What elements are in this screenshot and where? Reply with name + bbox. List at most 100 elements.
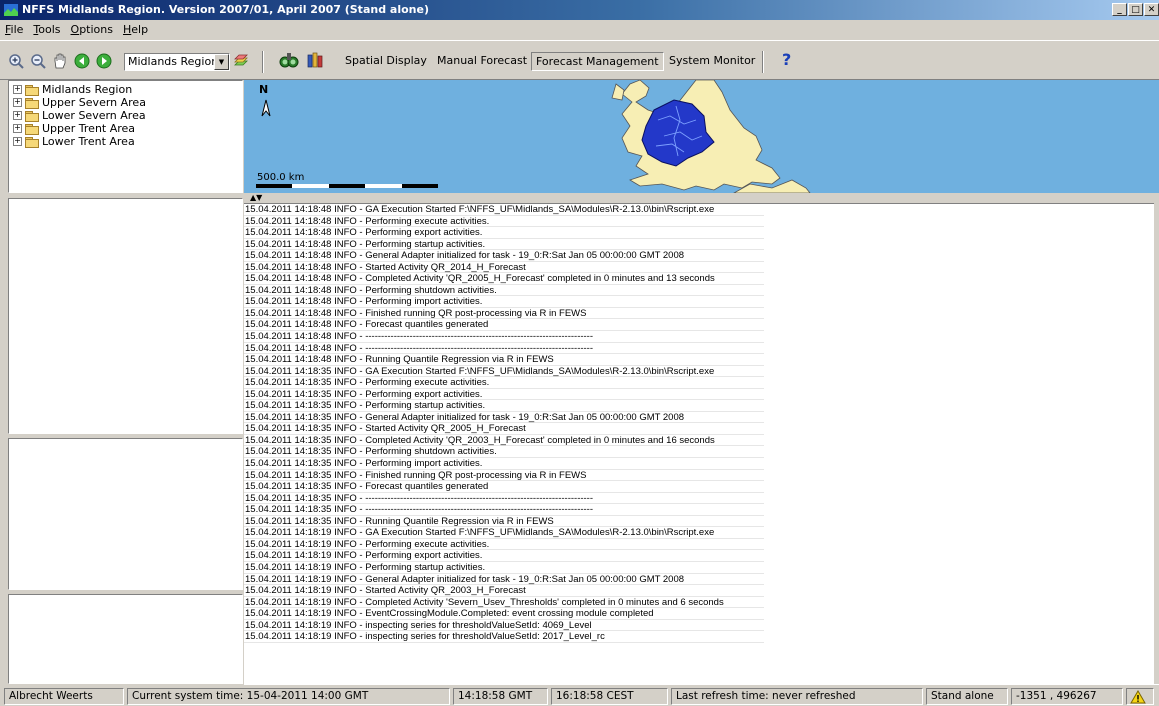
log-line: 15.04.2011 14:18:48 INFO - GA Execution … — [244, 204, 764, 216]
expand-icon[interactable]: + — [13, 111, 22, 120]
log-scrollbar[interactable] — [1154, 203, 1159, 684]
fews-app-icon — [4, 4, 18, 16]
north-label: N — [259, 83, 269, 96]
minimize-button[interactable]: _ — [1112, 3, 1127, 16]
window-title: NFFS Midlands Region. Version 2007/01, A… — [22, 3, 429, 16]
expand-icon[interactable]: + — [13, 98, 22, 107]
map-view[interactable]: N 500.0 km — [244, 80, 1159, 193]
menu-help[interactable]: Help — [118, 20, 153, 39]
status-mode: Stand alone — [926, 688, 1008, 705]
tree-item-lower-trent[interactable]: + Lower Trent Area — [13, 135, 135, 148]
warning-icon[interactable] — [1130, 690, 1146, 704]
log-line: 15.04.2011 14:18:19 INFO - EventCrossing… — [244, 608, 764, 620]
log-line: 15.04.2011 14:18:35 INFO - Forecast quan… — [244, 481, 764, 493]
log-line: 15.04.2011 14:18:48 INFO - Performing sh… — [244, 285, 764, 297]
forward-arrow-icon[interactable] — [96, 53, 112, 69]
log-line: 15.04.2011 14:18:35 INFO - -------------… — [244, 504, 764, 516]
menu-tools[interactable]: Tools — [28, 20, 65, 39]
region-select-value: Midlands Region — [128, 55, 219, 68]
log-line: 15.04.2011 14:18:35 INFO - Finished runn… — [244, 470, 764, 482]
database-viewer-icon[interactable] — [307, 52, 323, 68]
log-line: 15.04.2011 14:18:35 INFO - GA Execution … — [244, 366, 764, 378]
log-line: 15.04.2011 14:18:35 INFO - Performing sh… — [244, 446, 764, 459]
spatial-display-button[interactable]: Spatial Display — [345, 54, 427, 67]
scale-bar — [256, 184, 439, 188]
expand-icon[interactable]: + — [13, 85, 22, 94]
log-line: 15.04.2011 14:18:48 INFO - Performing im… — [244, 296, 764, 308]
splitter-handle[interactable]: ▲▼ — [244, 193, 1159, 203]
folder-icon — [25, 123, 39, 135]
log-line: 15.04.2011 14:18:48 INFO - -------------… — [244, 331, 764, 343]
log-line: 15.04.2011 14:18:48 INFO - Performing ex… — [244, 227, 764, 239]
scale-label: 500.0 km — [257, 172, 305, 183]
log-line: 15.04.2011 14:18:48 INFO - Started Activ… — [244, 262, 764, 274]
dropdown-arrow-icon[interactable]: ▼ — [214, 54, 229, 70]
tree-item-upper-severn[interactable]: + Upper Severn Area — [13, 96, 146, 109]
filter-panel[interactable] — [8, 198, 243, 434]
log-line: 15.04.2011 14:18:35 INFO - Completed Act… — [244, 435, 764, 447]
log-line: 15.04.2011 14:18:35 INFO - General Adapt… — [244, 412, 764, 424]
log-panel[interactable]: 15.04.2011 14:18:48 INFO - GA Execution … — [244, 203, 1159, 685]
zoom-out-icon[interactable] — [30, 53, 46, 69]
tree-item-midlands-region[interactable]: + Midlands Region — [13, 83, 132, 96]
log-line: 15.04.2011 14:18:35 INFO - -------------… — [244, 493, 764, 505]
log-line: 15.04.2011 14:18:19 INFO - Completed Act… — [244, 597, 764, 609]
log-line: 15.04.2011 14:18:19 INFO - GA Execution … — [244, 527, 764, 539]
status-cest-time: 16:18:58 CEST — [551, 688, 668, 705]
status-user: Albrecht Weerts — [4, 688, 124, 705]
collapse-arrows-icon[interactable]: ▲▼ — [250, 194, 262, 202]
expand-icon[interactable]: + — [13, 137, 22, 146]
tree-item-label: Upper Severn Area — [42, 96, 146, 109]
region-select[interactable]: Midlands Region ▼ — [124, 53, 230, 71]
log-line: 15.04.2011 14:18:35 INFO - Performing im… — [244, 458, 764, 470]
system-monitor-button[interactable]: System Monitor — [669, 54, 755, 67]
workflow-panel[interactable] — [8, 438, 243, 590]
forecast-management-button[interactable]: Forecast Management — [531, 52, 664, 71]
log-line: 15.04.2011 14:18:19 INFO - Started Activ… — [244, 585, 764, 597]
tree-item-label: Upper Trent Area — [42, 122, 136, 135]
expand-icon[interactable]: + — [13, 124, 22, 133]
folder-icon — [25, 84, 39, 96]
map-canvas — [261, 80, 811, 193]
folder-icon — [25, 136, 39, 148]
log-line: 15.04.2011 14:18:19 INFO - Performing st… — [244, 562, 764, 574]
pan-hand-icon[interactable] — [52, 53, 68, 69]
log-line: 15.04.2011 14:18:35 INFO - Performing st… — [244, 400, 764, 412]
menu-bar: File Tools Options Help — [0, 20, 1159, 39]
tree-item-upper-trent[interactable]: + Upper Trent Area — [13, 122, 135, 135]
log-line: 15.04.2011 14:18:35 INFO - Performing ex… — [244, 389, 764, 401]
layers-icon[interactable] — [233, 53, 249, 69]
log-line: 15.04.2011 14:18:48 INFO - General Adapt… — [244, 250, 764, 262]
tree-item-label: Midlands Region — [42, 83, 133, 96]
help-button[interactable]: ? — [782, 50, 791, 69]
log-line: 15.04.2011 14:18:35 INFO - Started Activ… — [244, 423, 764, 435]
menu-options[interactable]: Options — [66, 20, 118, 39]
manual-forecast-button[interactable]: Manual Forecast — [437, 54, 527, 67]
log-line: 15.04.2011 14:18:19 INFO - inspecting se… — [244, 631, 764, 643]
status-system-time: Current system time: 15-04-2011 14:00 GM… — [127, 688, 450, 705]
info-panel[interactable] — [8, 594, 243, 684]
log-line: 15.04.2011 14:18:19 INFO - Performing ex… — [244, 539, 764, 551]
menu-file[interactable]: File — [0, 20, 28, 39]
folder-icon — [25, 97, 39, 109]
location-tree: + Midlands Region + Upper Severn Area + … — [8, 80, 243, 193]
tree-item-label: Lower Trent Area — [42, 135, 135, 148]
back-arrow-icon[interactable] — [74, 53, 90, 69]
folder-icon — [25, 110, 39, 122]
tree-item-label: Lower Severn Area — [42, 109, 146, 122]
log-line: 15.04.2011 14:18:48 INFO - Performing st… — [244, 239, 764, 251]
log-line: 15.04.2011 14:18:35 INFO - Performing ex… — [244, 377, 764, 389]
log-line: 15.04.2011 14:18:19 INFO - Performing ex… — [244, 550, 764, 562]
maximize-button[interactable]: □ — [1128, 3, 1143, 16]
log-line: 15.04.2011 14:18:48 INFO - Forecast quan… — [244, 319, 764, 332]
tree-item-lower-severn[interactable]: + Lower Severn Area — [13, 109, 146, 122]
status-refresh: Last refresh time: never refreshed — [671, 688, 923, 705]
log-line: 15.04.2011 14:18:48 INFO - Completed Act… — [244, 273, 764, 285]
title-bar: NFFS Midlands Region. Version 2007/01, A… — [0, 0, 1159, 20]
find-locations-icon[interactable] — [279, 50, 299, 70]
log-line: 15.04.2011 14:18:35 INFO - Running Quant… — [244, 516, 764, 528]
log-line: 15.04.2011 14:18:48 INFO - Running Quant… — [244, 354, 764, 366]
zoom-in-icon[interactable] — [8, 53, 24, 69]
close-button[interactable]: ✕ — [1144, 3, 1159, 16]
log-line: 15.04.2011 14:18:19 INFO - inspecting se… — [244, 620, 764, 632]
